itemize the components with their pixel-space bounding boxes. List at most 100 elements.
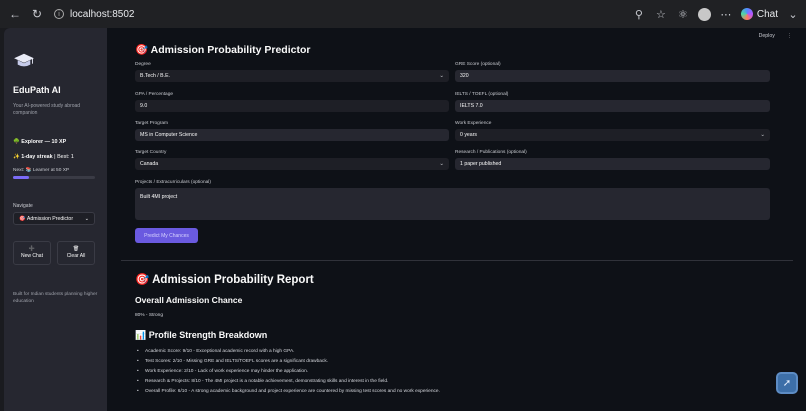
kebab-menu-icon[interactable]: ⋮ (787, 33, 792, 39)
gpa-label: GPA / Percentage (135, 92, 174, 97)
target-icon: 🎯 (135, 274, 150, 286)
page-title: 🎯 Admission Probability Predictor (135, 43, 310, 56)
bar-chart-icon: 📊 (135, 330, 147, 340)
page-title-text: Admission Probability Predictor (150, 44, 311, 56)
list-item: Overall Profile: 6/10 - A strong academi… (137, 389, 783, 394)
gpa-field: GPA / Percentage 9.0 (135, 92, 449, 112)
clear-all-label: Clear All (66, 253, 86, 259)
research-input[interactable]: 1 paper published (455, 158, 770, 170)
research-value: 1 paper published (460, 161, 502, 167)
new-chat-button[interactable]: ➕ New Chat (13, 241, 51, 265)
projects-textarea[interactable]: Built 4MI project (135, 188, 770, 220)
star-icon[interactable]: ☆ (654, 7, 668, 21)
program-value: MS in Computer Science (140, 132, 198, 138)
clear-all-button[interactable]: 🗑 Clear All (57, 241, 95, 265)
chevron-down-icon: ⌄ (84, 215, 89, 222)
breakdown-list: Academic Score: 9/10 - Exceptional acade… (137, 349, 783, 398)
gre-input[interactable]: 320 (455, 70, 770, 82)
overall-value: 80% - Strong (135, 313, 163, 318)
degree-value: B.Tech / B.E. (140, 73, 170, 79)
chevron-down-icon: ⌄ (439, 161, 444, 167)
new-chat-label: New Chat (21, 253, 43, 259)
deploy-button[interactable]: Deploy (759, 33, 775, 39)
projects-value: Built 4MI project (140, 194, 178, 200)
degree-field: Degree B.Tech / B.E. ⌄ (135, 62, 449, 82)
profile-avatar[interactable] (697, 7, 711, 21)
projects-field: Projects / Extracurriculars (optional) B… (135, 180, 770, 220)
level-icon: 🌳 (13, 139, 20, 145)
country-field: Target Country Canada ⌄ (135, 150, 449, 170)
country-label: Target Country (135, 150, 167, 155)
work-field: Work Experience 0 years ⌄ (455, 121, 770, 141)
country-select[interactable]: Canada ⌄ (135, 158, 449, 170)
more-icon[interactable]: ⋯ (719, 7, 733, 21)
ielts-input[interactable]: IELTS 7.0 (455, 100, 770, 112)
report-title-text: Admission Probability Report (152, 274, 314, 286)
research-field: Research / Publications (optional) 1 pap… (455, 150, 770, 170)
navigate-label: Navigate (13, 203, 33, 209)
chevron-down-icon: ⌄ (439, 73, 444, 79)
list-item: Academic Score: 9/10 - Exceptional acade… (137, 349, 783, 354)
list-item: Work Experience: 2/10 - Lack of work exp… (137, 369, 783, 374)
next-level-text: Next: 📚 Learner at 50 XP (13, 168, 70, 173)
gpa-input[interactable]: 9.0 (135, 100, 449, 112)
back-icon[interactable]: ← (6, 5, 24, 23)
zoom-icon[interactable]: ⚲ (632, 7, 646, 21)
streak-text: 1-day streak (21, 154, 53, 160)
sparkle-icon: ✨ (13, 154, 20, 160)
browser-toolbar: ← ↻ i localhost:8502 ⚲ ☆ ⚛ ⋯ Chat ⌄ (0, 0, 806, 28)
assistant-icon: ➚ (782, 377, 792, 389)
xp-status: 🌳 Explorer — 10 XP (13, 139, 98, 145)
chevron-down-icon: ⌄ (760, 132, 765, 138)
section-divider (121, 260, 793, 261)
streak-status: ✨ 1-day streak | Best: 1 (13, 154, 98, 160)
predict-button[interactable]: Predict My Chances (135, 228, 198, 243)
navigate-selected: Admission Predictor (26, 215, 74, 222)
streak-best: | Best: 1 (52, 154, 74, 160)
xp-progress-bar (13, 176, 95, 179)
degree-label: Degree (135, 62, 151, 67)
app-brand: EduPath AI (13, 85, 61, 95)
sidebar: EduPath AI Your AI-powered study abroad … (4, 28, 107, 411)
streamlit-app: EduPath AI Your AI-powered study abroad … (4, 28, 806, 411)
address-bar[interactable]: i localhost:8502 (54, 9, 135, 20)
breakdown-title-text: Profile Strength Breakdown (148, 330, 268, 340)
chevron-down-icon[interactable]: ⌄ (786, 7, 800, 21)
chat-button[interactable]: Chat (740, 8, 778, 20)
research-label: Research / Publications (optional) (455, 150, 527, 155)
breakdown-title: 📊 Profile Strength Breakdown (135, 330, 267, 341)
list-item: Test Scores: 2/10 - Missing GRE and IELT… (137, 359, 783, 364)
work-value: 0 years (460, 132, 478, 138)
graduation-cap-icon (14, 53, 34, 67)
gpa-value: 9.0 (140, 103, 148, 109)
site-info-icon[interactable]: i (54, 9, 64, 19)
work-label: Work Experience (455, 121, 492, 126)
sidebar-footer: Built for Indian students planning highe… (13, 292, 98, 304)
main-content: Deploy ⋮ 🎯 Admission Probability Predict… (107, 28, 806, 411)
gre-label: GRE Score (optional) (455, 62, 501, 67)
ielts-value: IELTS 7.0 (460, 103, 483, 109)
target-icon: 🎯 (19, 215, 26, 222)
program-field: Target Program MS in Computer Science (135, 121, 449, 141)
country-value: Canada (140, 161, 159, 167)
projects-label: Projects / Extracurriculars (optional) (135, 180, 211, 185)
work-select[interactable]: 0 years ⌄ (455, 129, 770, 141)
chat-label: Chat (756, 8, 778, 20)
url-text: localhost:8502 (70, 8, 135, 20)
report-title: 🎯 Admission Probability Report (135, 272, 314, 286)
chat-logo-icon (740, 8, 753, 20)
plus-icon: ➕ (28, 246, 36, 252)
extensions-icon[interactable]: ⚛ (676, 7, 690, 21)
navigate-select[interactable]: 🎯 Admission Predictor ⌄ (13, 212, 95, 225)
ielts-field: IELTS / TOEFL (optional) IELTS 7.0 (455, 92, 770, 112)
reload-icon[interactable]: ↻ (28, 5, 46, 23)
xp-text: Explorer — 10 XP (21, 139, 67, 145)
deploy-area: Deploy ⋮ (759, 33, 792, 39)
app-tagline: Your AI-powered study abroad companion (13, 103, 81, 116)
ielts-label: IELTS / TOEFL (optional) (455, 92, 509, 97)
list-item: Research & Projects: 8/10 - The 4MI proj… (137, 379, 783, 384)
program-input[interactable]: MS in Computer Science (135, 129, 449, 141)
overall-title: Overall Admission Chance (135, 295, 243, 305)
degree-select[interactable]: B.Tech / B.E. ⌄ (135, 70, 449, 82)
floating-assistant-button[interactable]: ➚ (776, 372, 798, 394)
